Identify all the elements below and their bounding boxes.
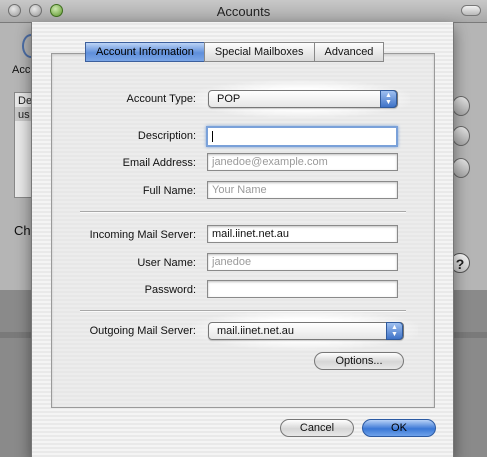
separator — [80, 310, 406, 312]
outgoing-mail-server-popup[interactable]: mail.iinet.net.au ▲ ▼ — [208, 322, 404, 340]
side-label: Ch — [14, 223, 31, 238]
password-field[interactable] — [207, 280, 398, 298]
account-type-value: POP — [217, 93, 241, 105]
full-name-label: Full Name: — [142, 185, 196, 197]
account-type-label: Account Type: — [126, 93, 196, 105]
tab-special-mailboxes[interactable]: Special Mailboxes — [203, 42, 315, 62]
radio-icon[interactable] — [452, 96, 470, 116]
toolbar-label: Acc — [12, 64, 31, 76]
tab-bar: Account Information Special Mailboxes Ad… — [85, 42, 385, 62]
email-address-field[interactable]: janedoe@example.com — [207, 153, 398, 171]
account-settings-sheet: Account Information Special Mailboxes Ad… — [31, 22, 454, 457]
account-type-popup[interactable]: POP ▲ ▼ — [208, 90, 398, 108]
description-label: Description: — [137, 130, 196, 142]
popup-arrows-icon: ▲ ▼ — [386, 322, 403, 340]
outgoing-mail-server-value: mail.iinet.net.au — [217, 325, 295, 337]
toolbar-toggle-button[interactable] — [461, 5, 481, 16]
user-name-field[interactable]: janedoe — [207, 253, 398, 271]
email-address-label: Email Address: — [122, 157, 196, 169]
title-bar: Accounts — [0, 0, 487, 23]
tab-account-information[interactable]: Account Information — [85, 42, 205, 62]
description-field[interactable] — [206, 126, 398, 147]
incoming-mail-server-label: Incoming Mail Server: — [89, 229, 196, 241]
user-name-label: User Name: — [137, 257, 196, 269]
radio-icon[interactable] — [452, 126, 470, 146]
password-label: Password: — [144, 284, 196, 296]
window-title: Accounts — [216, 4, 271, 19]
text-cursor — [212, 130, 213, 142]
tab-advanced[interactable]: Advanced — [313, 42, 385, 62]
popup-arrows-icon: ▲ ▼ — [380, 90, 397, 108]
options-button[interactable]: Options... — [314, 352, 404, 370]
outgoing-mail-server-label: Outgoing Mail Server: — [89, 325, 196, 337]
separator — [80, 211, 406, 213]
full-name-field[interactable]: Your Name — [207, 181, 398, 199]
ok-button[interactable]: OK — [362, 419, 436, 437]
cancel-button[interactable]: Cancel — [280, 419, 354, 437]
radio-icon[interactable] — [452, 158, 470, 178]
incoming-mail-server-field[interactable]: mail.iinet.net.au — [207, 225, 398, 243]
